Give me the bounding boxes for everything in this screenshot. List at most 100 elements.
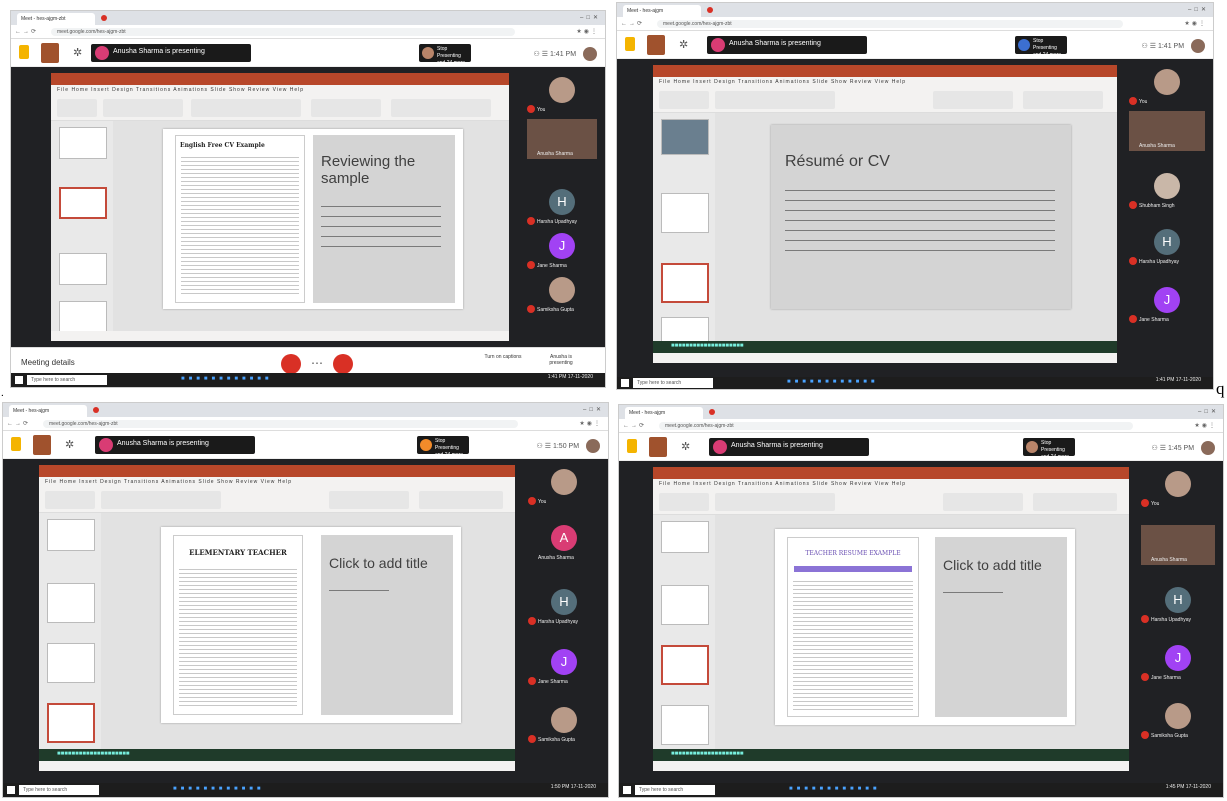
browser-tab[interactable]: Meet - hes-ajgm-zbt — [17, 13, 95, 25]
current-slide[interactable]: Résumé or CV — [771, 125, 1071, 309]
windows-start-icon[interactable] — [7, 786, 15, 794]
taskbar-search[interactable]: Type here to search — [633, 378, 713, 388]
end-call-icon[interactable]: ⋯ — [311, 356, 323, 370]
taskbar-app-icons[interactable]: ■■■■■■■■■■■■ — [181, 376, 273, 382]
slide-thumb-selected[interactable] — [59, 187, 107, 219]
slide-thumb[interactable] — [661, 705, 709, 745]
participant-tile[interactable]: Samiksha Gupta — [1133, 701, 1223, 741]
people-icon[interactable]: ⚇ — [534, 51, 540, 58]
slide-thumb[interactable] — [47, 519, 95, 551]
camera-off-icon[interactable] — [333, 354, 353, 374]
captions-button[interactable]: Turn on captions — [483, 354, 523, 360]
self-view-thumbnail[interactable] — [33, 435, 51, 455]
meeting-details[interactable]: Meeting details — [21, 358, 75, 367]
ribbon-group[interactable] — [419, 491, 503, 509]
nav-icons[interactable]: ←→⟳ — [7, 420, 30, 427]
chat-icon[interactable]: ☰ — [542, 51, 548, 58]
slide-thumb-selected[interactable] — [661, 263, 709, 303]
slide-thumb-selected[interactable] — [661, 645, 709, 685]
gear-icon[interactable]: ✲ — [681, 440, 690, 453]
extension-icons[interactable]: ★◉⋮ — [1184, 20, 1207, 27]
self-view-thumbnail[interactable] — [649, 437, 667, 457]
current-slide[interactable]: ELEMENTARY TEACHER Click to add title — [161, 527, 461, 723]
dock-icons[interactable]: ■■■■■■■■■■■■■■■■■■■■ — [57, 751, 129, 757]
stop-presenting-pill[interactable]: Stop Presenting and 24 more — [1023, 438, 1075, 456]
app-dock[interactable]: ■■■■■■■■■■■■■■■■■■■■ — [653, 749, 1129, 761]
ppt-ribbon[interactable] — [39, 487, 515, 513]
participant-tile[interactable]: Anusha Sharma — [519, 119, 605, 159]
chat-icon[interactable]: ☰ — [1150, 43, 1156, 50]
taskbar-search[interactable]: Type here to search — [27, 375, 107, 385]
current-slide[interactable]: TEACHER RESUME EXAMPLE Click to add titl… — [775, 529, 1075, 725]
slide-thumb[interactable] — [661, 317, 709, 343]
extension-icons[interactable]: ★◉⋮ — [579, 420, 602, 427]
browser-tab[interactable]: Meet - hes-ajgm — [623, 5, 701, 17]
nav-icons[interactable]: ←→⟳ — [623, 422, 646, 429]
participant-tile[interactable]: Samiksha Gupta — [520, 705, 608, 745]
account-avatar[interactable] — [583, 47, 597, 61]
window-controls[interactable]: –□✕ — [1188, 6, 1209, 13]
stop-presenting-pill[interactable]: Stop Presenting and 24 more — [417, 436, 469, 454]
taskbar-search[interactable]: Type here to search — [19, 785, 99, 795]
participant-tile[interactable]: You — [520, 467, 608, 507]
slide-thumb[interactable] — [47, 583, 95, 623]
slide-thumb[interactable] — [59, 301, 107, 333]
ppt-ribbon[interactable] — [51, 95, 509, 121]
people-icon[interactable]: ⚇ — [1142, 43, 1148, 50]
ribbon-group[interactable] — [1033, 493, 1117, 511]
participant-tile[interactable]: Shubham Singh — [1121, 171, 1213, 211]
extension-icons[interactable]: ★◉⋮ — [1194, 422, 1217, 429]
ribbon-group[interactable] — [57, 99, 97, 117]
people-icon[interactable]: ⚇ — [1152, 445, 1158, 452]
url-field[interactable]: meet.google.com/hes-ajgm-zbt — [657, 20, 1123, 28]
participant-tile[interactable]: Anusha Sharma — [1133, 525, 1223, 565]
slide-thumb[interactable] — [59, 253, 107, 285]
ribbon-group[interactable] — [715, 91, 835, 109]
chat-icon[interactable]: ☰ — [1160, 445, 1166, 452]
ppt-menu[interactable]: File Home Insert Design Transitions Anim… — [653, 77, 1117, 87]
slide-thumb-selected[interactable] — [47, 703, 95, 743]
participant-tile[interactable]: H Harsha Upadhyay — [520, 587, 608, 627]
slide-thumb[interactable] — [661, 585, 709, 625]
app-dock[interactable]: ■■■■■■■■■■■■■■■■■■■■ — [39, 749, 515, 761]
chat-icon[interactable]: ☰ — [545, 443, 551, 450]
ppt-menu[interactable]: File Home Insert Design Transitions Anim… — [653, 479, 1129, 489]
ribbon-group[interactable] — [715, 493, 835, 511]
participant-tile[interactable]: You — [1121, 67, 1213, 107]
gear-icon[interactable]: ✲ — [679, 38, 688, 51]
window-controls[interactable]: –□✕ — [583, 406, 604, 413]
app-dock[interactable]: ■■■■■■■■■■■■■■■■■■■■ — [653, 341, 1117, 353]
dock-icons[interactable]: ■■■■■■■■■■■■■■■■■■■■ — [671, 751, 743, 757]
participant-tile[interactable]: A Anusha Sharma — [520, 523, 608, 563]
windows-start-icon[interactable] — [15, 376, 23, 384]
present-now-button[interactable]: Anusha is presenting — [541, 354, 581, 366]
participant-tile[interactable]: H Harsha Upadhyay — [1133, 585, 1223, 625]
participant-tile[interactable]: Samiksha Gupta — [519, 275, 605, 315]
taskbar-app-icons[interactable]: ■■■■■■■■■■■■ — [173, 786, 265, 792]
windows-start-icon[interactable] — [623, 786, 631, 794]
url-field[interactable]: meet.google.com/hes-ajgm-zbt — [659, 422, 1133, 430]
dock-icons[interactable]: ■■■■■■■■■■■■■■■■■■■■ — [671, 343, 743, 349]
taskbar-search[interactable]: Type here to search — [635, 785, 715, 795]
participant-tile[interactable]: H Harsha Upadhyay — [1121, 227, 1213, 267]
windows-start-icon[interactable] — [621, 379, 629, 387]
mic-off-icon[interactable] — [281, 354, 301, 374]
ribbon-group[interactable] — [943, 493, 1023, 511]
slide-thumb[interactable] — [661, 521, 709, 553]
participant-tile[interactable]: You — [1133, 469, 1223, 509]
ribbon-group[interactable] — [45, 491, 95, 509]
ribbon-group[interactable] — [101, 491, 221, 509]
stop-presenting-pill[interactable]: Stop Presenting and 24 more — [419, 44, 471, 62]
participant-tile[interactable]: Anusha Sharma — [1121, 111, 1213, 151]
extension-icons[interactable]: ★◉⋮ — [576, 28, 599, 35]
ppt-ribbon[interactable] — [653, 87, 1117, 113]
nav-icons[interactable]: ←→⟳ — [15, 28, 38, 35]
ribbon-group[interactable] — [1023, 91, 1103, 109]
ppt-ribbon[interactable] — [653, 489, 1129, 515]
participant-tile[interactable]: J Jane Sharma — [519, 231, 605, 271]
ribbon-group[interactable] — [659, 91, 709, 109]
self-view-thumbnail[interactable] — [41, 43, 59, 63]
gear-icon[interactable]: ✲ — [73, 46, 82, 59]
ribbon-group[interactable] — [933, 91, 1013, 109]
ribbon-group[interactable] — [391, 99, 491, 117]
